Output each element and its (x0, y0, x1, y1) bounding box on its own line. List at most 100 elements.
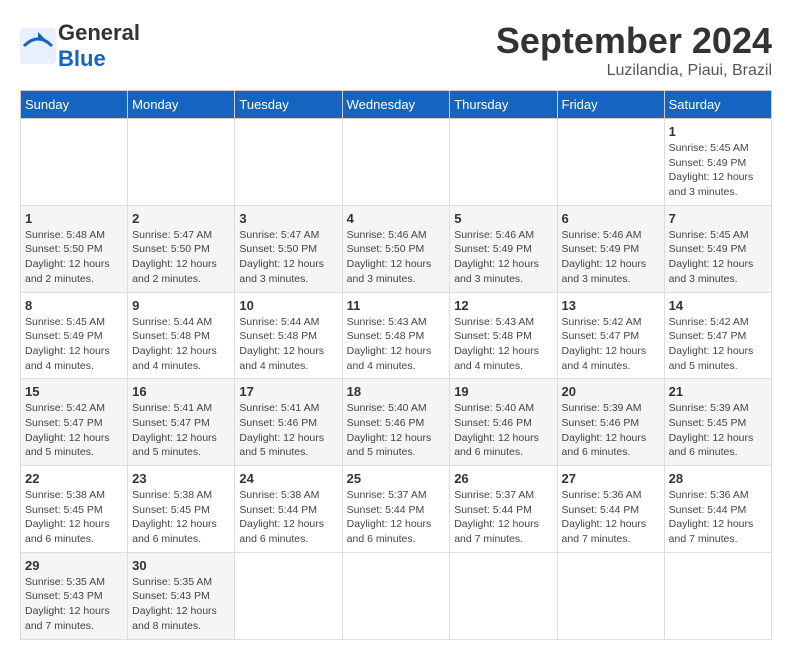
calendar-cell: 7 Sunrise: 5:45 AMSunset: 5:49 PMDaylight… (664, 205, 771, 292)
day-info: Sunrise: 5:44 AMSunset: 5:48 PMDaylight:… (239, 315, 337, 374)
day-number: 3 (239, 211, 337, 226)
calendar-cell (21, 119, 128, 206)
day-number: 30 (132, 558, 230, 573)
day-number: 7 (669, 211, 767, 226)
calendar-cell (450, 119, 557, 206)
calendar-cell: 25 Sunrise: 5:37 AMSunset: 5:44 PMDayligh… (342, 466, 450, 553)
day-info: Sunrise: 5:45 AMSunset: 5:49 PMDaylight:… (669, 228, 767, 287)
calendar-cell: 18Sunrise: 5:40 AMSunset: 5:46 PMDayligh… (342, 379, 450, 466)
day-number: 27 (562, 471, 660, 486)
title-area: September 2024 Luzilandia, Piaui, Brazil (496, 20, 772, 80)
day-number: 16 (132, 384, 230, 399)
calendar-cell: 3 Sunrise: 5:47 AMSunset: 5:50 PMDaylight… (235, 205, 342, 292)
day-info: Sunrise: 5:35 AMSunset: 5:43 PMDaylight:… (132, 575, 230, 634)
day-info: Sunrise: 5:41 AMSunset: 5:47 PMDaylight:… (132, 401, 230, 460)
calendar-cell (557, 552, 664, 639)
calendar-cell: 15 Sunrise: 5:42 AMSunset: 5:47 PMDayligh… (21, 379, 128, 466)
day-info: Sunrise: 5:43 AMSunset: 5:48 PMDaylight:… (454, 315, 552, 374)
calendar-cell: 2Sunrise: 5:47 AMSunset: 5:50 PMDaylight… (128, 205, 235, 292)
day-number: 28 (669, 471, 767, 486)
day-info: Sunrise: 5:45 AMSunset: 5:49 PMDaylight:… (669, 141, 767, 200)
day-number: 21 (669, 384, 767, 399)
calendar-cell: 27Sunrise: 5:36 AMSunset: 5:44 PMDayligh… (557, 466, 664, 553)
month-year-title: September 2024 (496, 20, 772, 62)
day-number: 12 (454, 298, 552, 313)
calendar-table: SundayMondayTuesdayWednesdayThursdayFrid… (20, 90, 772, 640)
calendar-cell (342, 552, 450, 639)
logo: General Blue (20, 20, 140, 72)
calendar-cell: 29Sunrise: 5:35 AMSunset: 5:43 PMDayligh… (21, 552, 128, 639)
header-friday: Friday (557, 91, 664, 119)
day-info: Sunrise: 5:40 AMSunset: 5:46 PMDaylight:… (454, 401, 552, 460)
calendar-cell (450, 552, 557, 639)
calendar-cell: 22Sunrise: 5:38 AMSunset: 5:45 PMDayligh… (21, 466, 128, 553)
calendar-cell (128, 119, 235, 206)
day-info: Sunrise: 5:45 AMSunset: 5:49 PMDaylight:… (25, 315, 123, 374)
day-number: 8 (25, 298, 123, 313)
day-info: Sunrise: 5:41 AMSunset: 5:46 PMDaylight:… (239, 401, 337, 460)
day-number: 14 (669, 298, 767, 313)
calendar-cell: 21Sunrise: 5:39 AMSunset: 5:45 PMDayligh… (664, 379, 771, 466)
calendar-cell: 13Sunrise: 5:42 AMSunset: 5:47 PMDayligh… (557, 292, 664, 379)
day-info: Sunrise: 5:37 AMSunset: 5:44 PMDaylight:… (347, 488, 446, 547)
calendar-week-row: 1 Sunrise: 5:45 AMSunset: 5:49 PMDaylight… (21, 119, 772, 206)
day-number: 25 (347, 471, 446, 486)
day-number: 24 (239, 471, 337, 486)
day-info: Sunrise: 5:36 AMSunset: 5:44 PMDaylight:… (669, 488, 767, 547)
calendar-cell (557, 119, 664, 206)
day-info: Sunrise: 5:38 AMSunset: 5:45 PMDaylight:… (132, 488, 230, 547)
day-info: Sunrise: 5:44 AMSunset: 5:48 PMDaylight:… (132, 315, 230, 374)
day-info: Sunrise: 5:42 AMSunset: 5:47 PMDaylight:… (25, 401, 123, 460)
header-monday: Monday (128, 91, 235, 119)
day-number: 18 (347, 384, 446, 399)
calendar-cell: 10 Sunrise: 5:44 AMSunset: 5:48 PMDayligh… (235, 292, 342, 379)
calendar-cell: 1 Sunrise: 5:45 AMSunset: 5:49 PMDaylight… (664, 119, 771, 206)
day-info: Sunrise: 5:39 AMSunset: 5:46 PMDaylight:… (562, 401, 660, 460)
calendar-week-row: 1 Sunrise: 5:48 AMSunset: 5:50 PMDaylight… (21, 205, 772, 292)
calendar-cell: 28 Sunrise: 5:36 AMSunset: 5:44 PMDayligh… (664, 466, 771, 553)
day-number: 29 (25, 558, 123, 573)
calendar-cell: 30 Sunrise: 5:35 AMSunset: 5:43 PMDayligh… (128, 552, 235, 639)
calendar-cell: 4Sunrise: 5:46 AMSunset: 5:50 PMDaylight… (342, 205, 450, 292)
day-info: Sunrise: 5:42 AMSunset: 5:47 PMDaylight:… (669, 315, 767, 374)
logo-general-text: General (58, 20, 140, 45)
calendar-week-row: 29 Sunrise: 5:35 AMSunset: 5:43 PMDayligh… (21, 552, 772, 639)
day-number: 1 (669, 124, 767, 139)
calendar-cell: 9 Sunrise: 5:44 AMSunset: 5:48 PMDaylight… (128, 292, 235, 379)
header-wednesday: Wednesday (342, 91, 450, 119)
calendar-cell: 8 Sunrise: 5:45 AMSunset: 5:49 PMDaylight… (21, 292, 128, 379)
day-info: Sunrise: 5:46 AMSunset: 5:49 PMDaylight:… (454, 228, 552, 287)
day-info: Sunrise: 5:47 AMSunset: 5:50 PMDaylight:… (132, 228, 230, 287)
day-number: 9 (132, 298, 230, 313)
day-number: 1 (25, 211, 123, 226)
calendar-cell: 1 Sunrise: 5:48 AMSunset: 5:50 PMDaylight… (21, 205, 128, 292)
calendar-cell: 14 Sunrise: 5:42 AMSunset: 5:47 PMDayligh… (664, 292, 771, 379)
calendar-cell: 12 Sunrise: 5:43 AMSunset: 5:48 PMDayligh… (450, 292, 557, 379)
day-number: 6 (562, 211, 660, 226)
day-info: Sunrise: 5:47 AMSunset: 5:50 PMDaylight:… (239, 228, 337, 287)
calendar-cell: 19Sunrise: 5:40 AMSunset: 5:46 PMDayligh… (450, 379, 557, 466)
calendar-cell: 23Sunrise: 5:38 AMSunset: 5:45 PMDayligh… (128, 466, 235, 553)
day-info: Sunrise: 5:38 AMSunset: 5:45 PMDaylight:… (25, 488, 123, 547)
day-number: 15 (25, 384, 123, 399)
header-saturday: Saturday (664, 91, 771, 119)
calendar-cell: 26Sunrise: 5:37 AMSunset: 5:44 PMDayligh… (450, 466, 557, 553)
calendar-cell: 24 Sunrise: 5:38 AMSunset: 5:44 PMDayligh… (235, 466, 342, 553)
day-number: 11 (347, 298, 446, 313)
header-sunday: Sunday (21, 91, 128, 119)
calendar-cell: 11 Sunrise: 5:43 AMSunset: 5:48 PMDayligh… (342, 292, 450, 379)
logo-icon (20, 28, 56, 64)
day-number: 20 (562, 384, 660, 399)
calendar-cell: 6Sunrise: 5:46 AMSunset: 5:49 PMDaylight… (557, 205, 664, 292)
calendar-cell (235, 552, 342, 639)
calendar-header-row: SundayMondayTuesdayWednesdayThursdayFrid… (21, 91, 772, 119)
calendar-week-row: 8 Sunrise: 5:45 AMSunset: 5:49 PMDaylight… (21, 292, 772, 379)
header-thursday: Thursday (450, 91, 557, 119)
calendar-week-row: 15 Sunrise: 5:42 AMSunset: 5:47 PMDayligh… (21, 379, 772, 466)
day-info: Sunrise: 5:48 AMSunset: 5:50 PMDaylight:… (25, 228, 123, 287)
day-number: 10 (239, 298, 337, 313)
day-info: Sunrise: 5:43 AMSunset: 5:48 PMDaylight:… (347, 315, 446, 374)
calendar-cell: 20 Sunrise: 5:39 AMSunset: 5:46 PMDayligh… (557, 379, 664, 466)
calendar-cell (235, 119, 342, 206)
day-info: Sunrise: 5:38 AMSunset: 5:44 PMDaylight:… (239, 488, 337, 547)
